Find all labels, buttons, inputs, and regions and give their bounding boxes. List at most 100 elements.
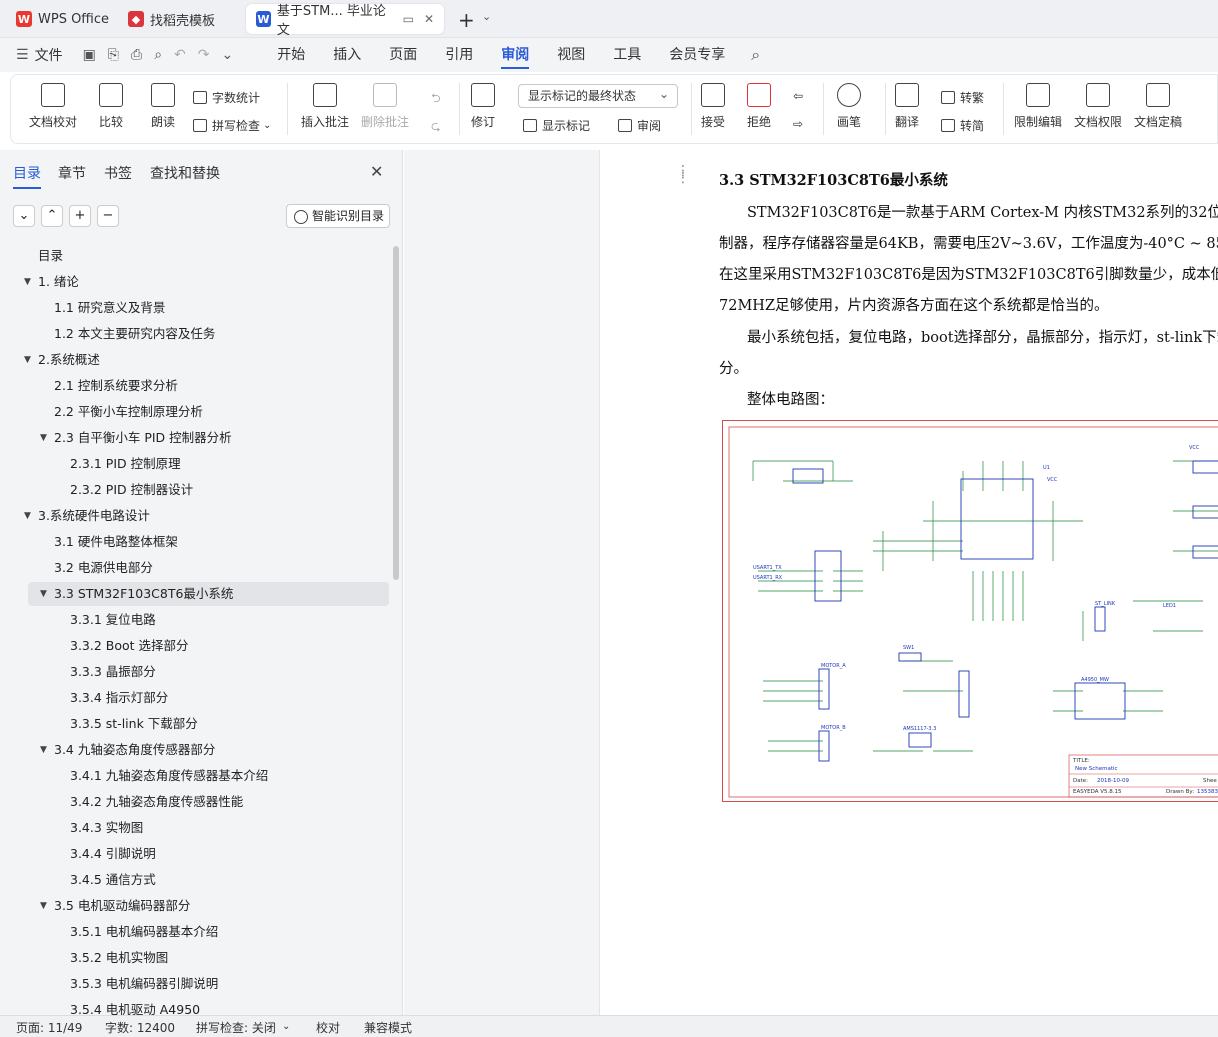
next-comment-icon[interactable]: ⮎ bbox=[431, 117, 441, 138]
review-pane-button[interactable]: 审阅 bbox=[618, 117, 661, 134]
pen-button[interactable]: 画笔 bbox=[837, 83, 861, 130]
document-page[interactable]: ⋮ ⋮ 3.3 STM32F103C8T6最小系统 STM32F103C8T6是一… bbox=[599, 150, 1218, 1015]
expand-triangle-icon[interactable]: ▼ bbox=[24, 504, 31, 528]
toc-item[interactable]: 3.5.3 电机编码器引脚说明 bbox=[0, 972, 390, 996]
doc-permission-button[interactable]: 文档权限 bbox=[1074, 83, 1122, 130]
nav-tab-chapters[interactable]: 章节 bbox=[58, 163, 86, 183]
translate-button[interactable]: 翻译 bbox=[895, 83, 919, 130]
remove-heading-icon[interactable]: − bbox=[97, 205, 119, 227]
menu-member[interactable]: 会员专享 bbox=[655, 38, 739, 72]
toc-item[interactable]: 3.3.5 st-link 下载部分 bbox=[0, 712, 390, 736]
export-icon[interactable]: ⎘ bbox=[102, 47, 125, 63]
toc-item[interactable]: 目录 bbox=[0, 244, 390, 268]
markup-state-select[interactable]: 显示标记的最终状态 bbox=[518, 83, 678, 108]
spell-check-button[interactable]: 拼写检查 ⌄ bbox=[193, 117, 271, 134]
close-pane-icon[interactable]: ✕ bbox=[370, 162, 383, 181]
menu-view[interactable]: 视图 bbox=[543, 38, 599, 72]
toc-item[interactable]: 3.3.3 晶振部分 bbox=[0, 660, 390, 684]
more-chevron-icon[interactable]: ⌄ bbox=[216, 47, 240, 63]
tab-template[interactable]: ◆ 找稻壳模板 bbox=[118, 4, 225, 34]
toc-item[interactable]: 2.3.2 PID 控制器设计 bbox=[0, 478, 390, 502]
prev-change-icon[interactable]: ⇦ bbox=[793, 89, 803, 103]
toc-item[interactable]: 1.1 研究意义及背景 bbox=[0, 296, 390, 320]
menu-reference[interactable]: 引用 bbox=[431, 38, 487, 72]
redo-icon[interactable]: ↷ bbox=[192, 47, 216, 63]
menu-tools[interactable]: 工具 bbox=[599, 38, 655, 72]
toc-item[interactable]: ▼ 3.5 电机驱动编码器部分 bbox=[0, 894, 390, 918]
show-markup-button[interactable]: 显示标记 bbox=[523, 117, 590, 134]
revise-button[interactable]: 修订 bbox=[471, 83, 495, 130]
to-simplified-button[interactable]: 转简 bbox=[941, 117, 984, 134]
spell-check-status[interactable]: 拼写检查: 关闭 bbox=[196, 1019, 276, 1036]
toc-item[interactable]: ▼ 3.4 九轴姿态角度传感器部分 bbox=[0, 738, 390, 762]
add-heading-icon[interactable]: + bbox=[69, 205, 91, 227]
toc-item[interactable]: 2.2 平衡小车控制原理分析 bbox=[0, 400, 390, 424]
toc-item[interactable]: ▼ 2.系统概述 bbox=[0, 348, 390, 372]
save-icon[interactable]: ▣ bbox=[77, 47, 102, 63]
tab-wps-office[interactable]: W WPS Office bbox=[6, 4, 119, 34]
menu-insert[interactable]: 插入 bbox=[319, 38, 375, 72]
print-preview-icon[interactable]: ⌕ bbox=[148, 47, 168, 63]
search-icon[interactable]: ⌕ bbox=[745, 45, 766, 65]
word-count-button[interactable]: 字数统计 bbox=[193, 89, 260, 106]
toc-item[interactable]: 2.1 控制系统要求分析 bbox=[0, 374, 390, 398]
doc-check-button[interactable]: 文档校对 bbox=[29, 83, 77, 130]
expand-triangle-icon[interactable]: ▼ bbox=[40, 738, 47, 762]
toc-item[interactable]: 3.2 电源供电部分 bbox=[0, 556, 390, 580]
toc-item[interactable]: 2.3.1 PID 控制原理 bbox=[0, 452, 390, 476]
next-change-icon[interactable]: ⇨ bbox=[793, 117, 803, 131]
undo-icon[interactable]: ↶ bbox=[168, 47, 192, 63]
collapse-icon[interactable]: ⌄ bbox=[13, 205, 35, 227]
smart-toc-button[interactable]: 智能识别目录 bbox=[286, 204, 390, 228]
menu-home[interactable]: 开始 bbox=[263, 38, 319, 72]
drag-handle-icon[interactable]: ⋮ ⋮ bbox=[676, 164, 690, 185]
toc-item[interactable]: 3.5.1 电机编码器基本介绍 bbox=[0, 920, 390, 944]
expand-triangle-icon[interactable]: ▼ bbox=[24, 270, 31, 294]
accept-button[interactable]: 接受 bbox=[701, 83, 725, 130]
finalize-button[interactable]: 文档定稿 bbox=[1134, 83, 1182, 130]
toc-item[interactable]: 1.2 本文主要研究内容及任务 bbox=[0, 322, 390, 346]
window-icon[interactable]: ▭ bbox=[403, 12, 414, 26]
toc-item[interactable]: 3.3.2 Boot 选择部分 bbox=[0, 634, 390, 658]
print-icon[interactable]: ⎙ bbox=[125, 47, 148, 63]
nav-tab-find-replace[interactable]: 查找和替换 bbox=[150, 163, 220, 183]
hamburger-icon[interactable]: ☰ bbox=[10, 47, 35, 63]
expand-triangle-icon[interactable]: ▼ bbox=[40, 582, 47, 606]
file-menu[interactable]: 文件 bbox=[35, 45, 63, 65]
prev-comment-icon[interactable]: ⮌ bbox=[431, 89, 441, 110]
toc-item[interactable]: 3.3.4 指示灯部分 bbox=[0, 686, 390, 710]
toc-item[interactable]: 3.5.4 电机驱动 A4950 bbox=[0, 998, 390, 1015]
new-tab-icon[interactable]: + bbox=[458, 8, 475, 32]
read-aloud-button[interactable]: 朗读 bbox=[151, 83, 175, 130]
toc-item[interactable]: 3.4.2 九轴姿态角度传感器性能 bbox=[0, 790, 390, 814]
expand-triangle-icon[interactable]: ▼ bbox=[40, 894, 47, 918]
toc-item[interactable]: 3.4.1 九轴姿态角度传感器基本介绍 bbox=[0, 764, 390, 788]
nav-tab-toc[interactable]: 目录 bbox=[13, 163, 41, 189]
toc-item[interactable]: 3.3.1 复位电路 bbox=[0, 608, 390, 632]
insert-comment-button[interactable]: 插入批注 bbox=[301, 83, 349, 130]
spell-chevron-icon[interactable]: ⌄ bbox=[282, 1021, 290, 1032]
proofread-status[interactable]: 校对 bbox=[316, 1019, 340, 1036]
tab-document[interactable]: W 基于STM... 毕业论文 ▭ ✕ bbox=[246, 4, 444, 38]
toc-item[interactable]: ▼ 2.3 自平衡小车 PID 控制器分析 bbox=[0, 426, 390, 450]
restrict-edit-button[interactable]: 限制编辑 bbox=[1014, 83, 1062, 130]
toc-item[interactable]: 3.1 硬件电路整体框架 bbox=[0, 530, 390, 554]
word-count[interactable]: 字数: 12400 bbox=[105, 1019, 175, 1036]
menu-review[interactable]: 审阅 bbox=[487, 38, 543, 72]
close-tab-icon[interactable]: ✕ bbox=[424, 12, 434, 26]
compare-button[interactable]: 比较 bbox=[99, 83, 123, 130]
expand-triangle-icon[interactable]: ▼ bbox=[40, 426, 47, 450]
toc-item[interactable]: 3.4.3 实物图 bbox=[0, 816, 390, 840]
toc-item[interactable]: ▼ 3.系统硬件电路设计 bbox=[0, 504, 390, 528]
toc-scrollbar[interactable] bbox=[393, 246, 399, 580]
nav-tab-bookmarks[interactable]: 书签 bbox=[104, 163, 132, 183]
toc-item[interactable]: 3.5.2 电机实物图 bbox=[0, 946, 390, 970]
toc-item[interactable]: 3.4.5 通信方式 bbox=[0, 868, 390, 892]
expand-icon[interactable]: ⌃ bbox=[41, 205, 63, 227]
toc-item[interactable]: 3.4.4 引脚说明 bbox=[0, 842, 390, 866]
page-indicator[interactable]: 页面: 11/49 bbox=[16, 1019, 82, 1036]
expand-triangle-icon[interactable]: ▼ bbox=[24, 348, 31, 372]
to-traditional-button[interactable]: 转繁 bbox=[941, 89, 984, 106]
menu-page[interactable]: 页面 bbox=[375, 38, 431, 72]
toc-item[interactable]: ▼ 3.3 STM32F103C8T6最小系统 bbox=[28, 582, 389, 606]
